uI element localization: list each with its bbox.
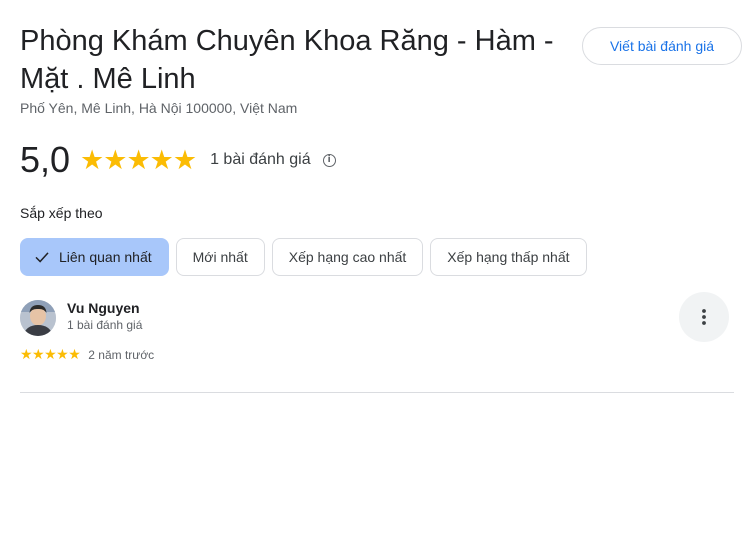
sort-label: Sắp xếp theo <box>20 205 103 221</box>
write-review-button[interactable]: Viết bài đánh giá <box>582 27 742 65</box>
review-time: 2 năm trước <box>88 347 155 362</box>
sort-chip-lowest[interactable]: Xếp hạng thấp nhất <box>430 238 587 276</box>
sort-chips: Liên quan nhất Mới nhất Xếp hạng cao nhấ… <box>20 238 587 276</box>
check-icon <box>35 252 49 263</box>
review-stars: ★★★★★ <box>20 346 81 362</box>
sort-chip-label: Xếp hạng thấp nhất <box>447 249 570 265</box>
info-icon[interactable]: i <box>322 153 336 167</box>
rating-stars: ★★★★★ <box>80 145 197 175</box>
review-author-name[interactable]: Vu Nguyen <box>67 300 140 316</box>
sort-chip-relevant[interactable]: Liên quan nhất <box>20 238 169 276</box>
more-vert-icon <box>702 309 706 325</box>
rating-summary: 5,0 ★★★★★ 1 bài đánh giá i <box>20 138 336 182</box>
place-header: Phòng Khám Chuyên Khoa Răng - Hàm - Mặt … <box>20 22 575 116</box>
review-author-meta: 1 bài đánh giá <box>67 318 143 332</box>
place-address: Phố Yên, Mê Linh, Hà Nội 100000, Việt Na… <box>20 100 298 116</box>
sort-chip-label: Xếp hạng cao nhất <box>288 249 407 265</box>
average-rating: 5,0 <box>20 139 71 180</box>
avatar[interactable] <box>20 300 56 336</box>
divider <box>20 392 734 393</box>
more-options-button[interactable] <box>679 292 729 342</box>
sort-chip-newest[interactable]: Mới nhất <box>175 238 265 276</box>
sort-chip-label: Mới nhất <box>192 249 248 265</box>
avatar-image <box>20 300 56 336</box>
place-name: Phòng Khám Chuyên Khoa Răng - Hàm - Mặt … <box>20 25 554 95</box>
sort-chip-label: Liên quan nhất <box>59 249 152 265</box>
review-count: 1 bài đánh giá <box>210 151 311 168</box>
review-rating-row: ★★★★★ 2 năm trước <box>20 346 154 363</box>
sort-chip-highest[interactable]: Xếp hạng cao nhất <box>271 238 424 276</box>
